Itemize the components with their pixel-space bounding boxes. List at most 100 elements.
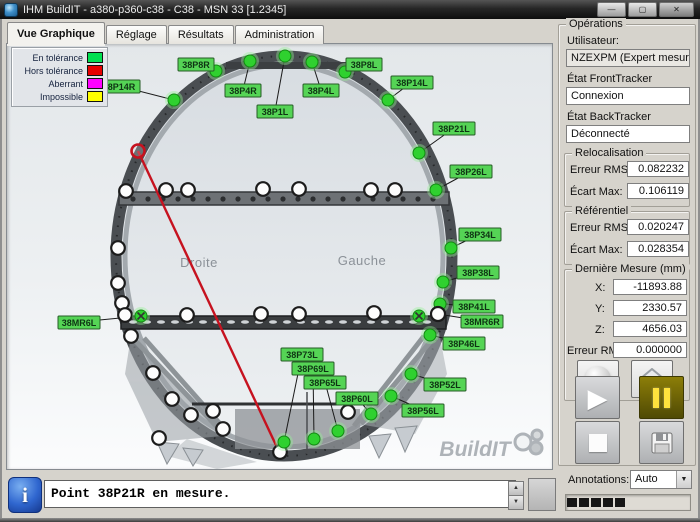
x-value: -11893.88 <box>613 279 687 295</box>
window-edge-bottom <box>0 518 700 522</box>
unmeasured-point[interactable] <box>152 431 166 445</box>
unmeasured-point[interactable] <box>180 308 194 322</box>
close-icon: ✕ <box>673 6 680 14</box>
back-tracker-label: État BackTracker <box>567 111 651 123</box>
unmeasured-point[interactable] <box>216 422 230 436</box>
annotations-label: Annotations: <box>568 474 629 486</box>
derniere-mesure-title: Dernière Mesure (mm) <box>572 263 689 275</box>
unmeasured-point[interactable] <box>146 366 160 380</box>
tab-vue-graphique[interactable]: Vue Graphique <box>7 22 105 44</box>
in-tolerance-point[interactable] <box>405 368 417 380</box>
tab-administration[interactable]: Administration <box>235 25 325 44</box>
info-icon: i <box>22 483 28 508</box>
status-side-button[interactable] <box>528 478 556 511</box>
front-tracker-label: État FrontTracker <box>567 73 652 85</box>
unmeasured-point[interactable] <box>111 241 125 255</box>
unmeasured-point[interactable] <box>388 183 402 197</box>
in-tolerance-point[interactable] <box>308 433 320 445</box>
user-field[interactable]: NZEXPM (Expert mesure) <box>566 49 690 67</box>
ref-rms-value: 0.020247 <box>627 219 689 235</box>
point-label-text: 38P26L <box>455 167 487 177</box>
in-tolerance-point[interactable] <box>244 55 256 67</box>
graphic-viewport[interactable]: En toléranceHors toléranceAberrantImposs… <box>6 43 553 470</box>
unmeasured-point[interactable] <box>111 276 125 290</box>
out-of-tolerance-point[interactable] <box>132 145 145 158</box>
point-label-text: 38P14L <box>396 78 428 88</box>
unmeasured-point[interactable] <box>292 307 306 321</box>
unmeasured-point[interactable] <box>119 184 133 198</box>
save-floppy-icon <box>650 431 674 455</box>
dropdown-arrow-icon[interactable]: ▼ <box>676 471 691 488</box>
maximize-button[interactable]: ▢ <box>628 2 657 17</box>
in-tolerance-point[interactable] <box>279 50 291 62</box>
buildit-logo: BuildIT <box>439 430 542 461</box>
unmeasured-point[interactable] <box>364 183 378 197</box>
unmeasured-point[interactable] <box>341 405 355 419</box>
pause-button[interactable] <box>639 376 684 419</box>
info-button[interactable]: i <box>8 477 42 513</box>
in-tolerance-point[interactable] <box>365 408 377 420</box>
stop-button[interactable] <box>575 421 620 464</box>
in-tolerance-point[interactable] <box>168 94 180 106</box>
in-tolerance-point[interactable] <box>306 56 318 68</box>
in-tolerance-point[interactable] <box>382 94 394 106</box>
legend-swatch <box>87 52 103 63</box>
close-button[interactable]: ✕ <box>659 2 694 17</box>
in-tolerance-point[interactable] <box>430 184 442 196</box>
unmeasured-point[interactable] <box>206 404 220 418</box>
in-tolerance-point[interactable] <box>437 276 449 288</box>
point-label-text: 38P56L <box>407 406 439 416</box>
in-tolerance-point[interactable] <box>413 147 425 159</box>
unmeasured-point[interactable] <box>118 308 132 322</box>
point-label-text: 38P34L <box>464 230 496 240</box>
point-label-text: 38P8R <box>182 60 210 70</box>
status-spinner-down[interactable]: ▼ <box>508 495 524 510</box>
tab-résultats[interactable]: Résultats <box>168 25 234 44</box>
tab-réglage[interactable]: Réglage <box>106 25 167 44</box>
unmeasured-point[interactable] <box>165 392 179 406</box>
ref-rms-label: Erreur RMS: <box>570 222 631 234</box>
minimize-icon: — <box>608 6 616 14</box>
target-point[interactable] <box>431 307 445 321</box>
in-tolerance-point[interactable] <box>445 242 457 254</box>
point-label-text: 38P1L <box>262 107 289 117</box>
point-label-text: 38P52L <box>429 380 461 390</box>
unmeasured-point[interactable] <box>181 183 195 197</box>
fuselage-section-drawing[interactable]: Droite Gauche BuildIT 38P14R38P8R38P4R38… <box>7 44 552 469</box>
window-edge-left <box>0 19 2 518</box>
point-label-text: 38P38L <box>462 268 494 278</box>
reloc-rms-value: 0.082232 <box>627 161 689 177</box>
unmeasured-point[interactable] <box>367 306 381 320</box>
legend-row: En tolérance <box>16 51 103 64</box>
title-bar: IHM BuildIT - a380-p360-c38 - C38 - MSN … <box>0 0 700 19</box>
legend-swatch <box>87 91 103 102</box>
unmeasured-point[interactable] <box>292 182 306 196</box>
maximize-icon: ▢ <box>639 6 647 14</box>
z-rms-value: 4656.03 <box>613 321 687 337</box>
save-button[interactable] <box>639 421 684 464</box>
legend-swatch <box>87 78 103 89</box>
in-tolerance-point[interactable] <box>385 390 397 402</box>
unmeasured-point[interactable] <box>254 307 268 321</box>
in-tolerance-point[interactable] <box>332 425 344 437</box>
unmeasured-point[interactable] <box>256 182 270 196</box>
annotations-dropdown[interactable]: Auto ▼ <box>630 470 692 489</box>
unmeasured-point[interactable] <box>159 183 173 197</box>
point-label-text: 38MR6L <box>62 318 97 328</box>
reloc-max-label: Écart Max: <box>570 186 623 198</box>
relocalisation-title: Relocalisation <box>572 147 646 159</box>
point-label-text: 38P60L <box>341 394 373 404</box>
back-tracker-field[interactable]: Déconnecté <box>566 125 690 143</box>
operations-panel: Opérations Utilisateur: NZEXPM (Expert m… <box>556 20 698 518</box>
unmeasured-point[interactable] <box>184 408 198 422</box>
status-spinner-up[interactable]: ▲ <box>508 481 524 496</box>
minimize-button[interactable]: — <box>597 2 626 17</box>
status-message-field[interactable]: Point 38P21R en mesure. <box>44 480 516 508</box>
in-tolerance-point[interactable] <box>278 436 290 448</box>
buildit-logo-text: BuildIT <box>439 438 512 461</box>
in-tolerance-point[interactable] <box>424 329 436 341</box>
point-label-text: 38P4R <box>229 86 257 96</box>
front-tracker-field[interactable]: Connexion <box>566 87 690 105</box>
unmeasured-point[interactable] <box>124 329 138 343</box>
play-button[interactable]: ▶ <box>575 376 620 419</box>
